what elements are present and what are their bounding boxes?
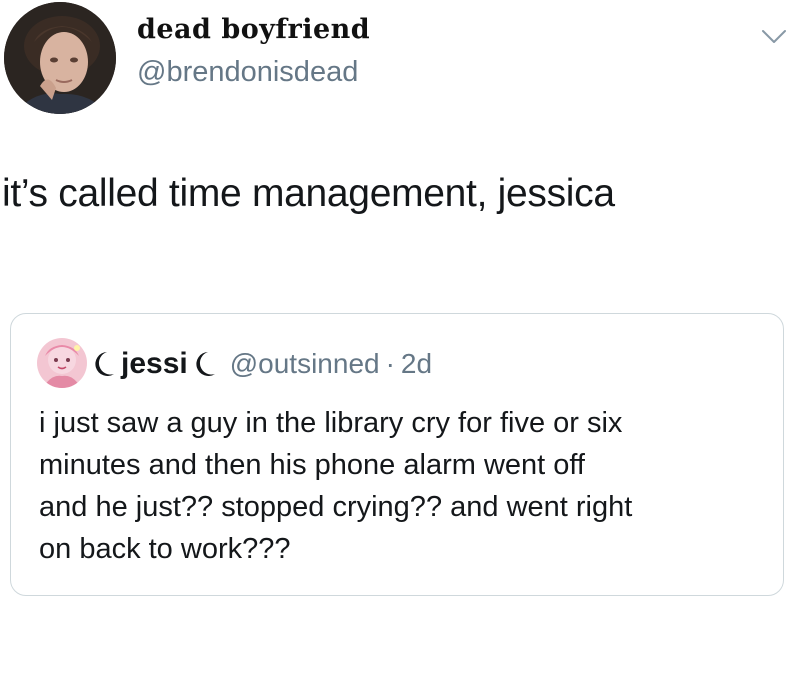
quoted-tweet-text-line: i just saw a guy in the library cry for … — [39, 407, 623, 439]
quoted-tweet-header: jessi @outsinned · 2d — [93, 344, 432, 384]
author-avatar[interactable] — [4, 2, 116, 114]
quoted-tweet-text-line: and he just?? stopped crying?? and went … — [39, 491, 633, 523]
meta-separator: · — [385, 348, 395, 379]
crescent-moon-icon — [93, 349, 115, 379]
tweet-text: it’s called time management, jessica — [2, 172, 615, 215]
quoted-tweet-text-line: on back to work??? — [39, 533, 291, 565]
quoted-tweet-card[interactable]: jessi @outsinned · 2d i just saw a guy i… — [10, 313, 784, 596]
quoted-author-display-name[interactable]: jessi — [121, 347, 188, 381]
quoted-tweet-timestamp[interactable]: 2d — [401, 348, 432, 380]
chevron-down-icon[interactable] — [761, 28, 787, 46]
author-handle[interactable]: @brendonisdead — [137, 56, 358, 89]
quoted-author-handle[interactable]: @outsinned — [230, 348, 380, 380]
quoted-tweet-text-line: minutes and then his phone alarm went of… — [39, 449, 585, 481]
crescent-moon-icon — [194, 349, 216, 379]
quoted-author-avatar[interactable] — [37, 338, 87, 388]
tweet: dead boyfriend @brendonisdead it’s calle… — [0, 0, 800, 678]
author-display-name[interactable]: dead boyfriend — [137, 14, 370, 45]
quoted-tweet-text: i just saw a guy in the library cry for … — [39, 402, 769, 570]
